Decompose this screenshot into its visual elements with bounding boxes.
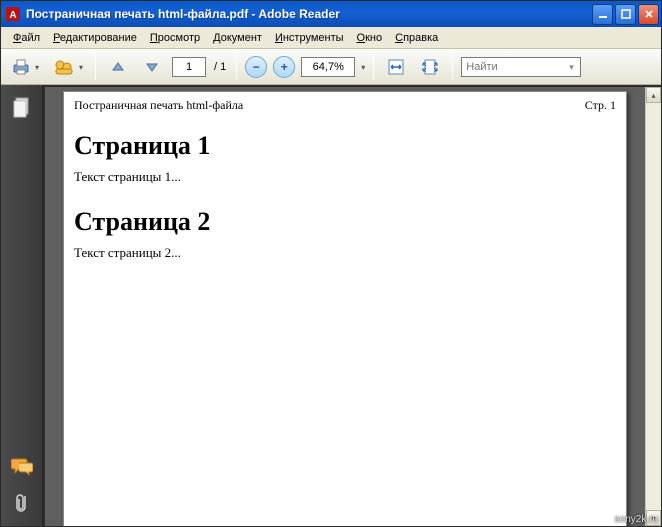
toolbar-separator [373, 54, 374, 80]
menu-window[interactable]: Окно [351, 30, 389, 46]
menu-view[interactable]: Просмотр [144, 30, 206, 46]
print-button[interactable]: ▾ [7, 54, 43, 80]
menu-document[interactable]: Документ [207, 30, 268, 46]
minimize-button[interactable] [592, 4, 613, 25]
document-area[interactable]: Постраничная печать html-файла Стр. 1 Ст… [43, 85, 661, 526]
page-number-input[interactable] [172, 57, 206, 77]
zoom-value-input[interactable] [301, 57, 355, 77]
doc-header-right: Стр. 1 [585, 98, 616, 113]
collaborate-button[interactable]: ▾ [49, 54, 87, 80]
chevron-down-icon: ▾ [79, 63, 83, 72]
thumbnails-panel-button[interactable] [8, 93, 36, 121]
attachments-panel-button[interactable] [8, 490, 36, 518]
menu-file[interactable]: Файл [7, 30, 46, 46]
watermark: sony2k.ru [615, 514, 658, 525]
svg-text:A: A [9, 10, 16, 21]
zoom-out-button[interactable]: − [245, 56, 267, 78]
toolbar: ▾ ▾ / 1 − + ▾ ▾ [1, 49, 661, 85]
close-button[interactable] [638, 4, 659, 25]
side-rail [1, 85, 43, 526]
maximize-button[interactable] [615, 4, 636, 25]
page-up-button[interactable] [104, 54, 132, 80]
titlebar: A Постраничная печать html-файла.pdf - A… [1, 1, 661, 27]
window-controls [592, 4, 659, 25]
scroll-up-button[interactable]: ▴ [646, 87, 661, 103]
workspace: Постраничная печать html-файла Стр. 1 Ст… [1, 85, 661, 526]
comments-panel-button[interactable] [8, 452, 36, 480]
menu-tools[interactable]: Инструменты [269, 30, 350, 46]
page-down-button[interactable] [138, 54, 166, 80]
section-heading: Страница 2 [74, 207, 616, 237]
section-body: Текст страницы 2... [74, 245, 616, 261]
window-title: Постраничная печать html-файла.pdf - Ado… [26, 7, 592, 21]
scroll-track[interactable] [646, 103, 661, 510]
menu-edit[interactable]: Редактирование [47, 30, 143, 46]
window: A Постраничная печать html-файла.pdf - A… [0, 0, 662, 527]
fit-width-button[interactable] [382, 54, 410, 80]
toolbar-separator [236, 54, 237, 80]
doc-header-left: Постраничная печать html-файла [74, 98, 243, 113]
section-body: Текст страницы 1... [74, 169, 616, 185]
toolbar-separator [95, 54, 96, 80]
toolbar-separator [452, 54, 453, 80]
chevron-down-icon[interactable]: ▾ [569, 62, 574, 73]
page-header: Постраничная печать html-файла Стр. 1 [74, 98, 616, 113]
find-input[interactable] [461, 57, 581, 77]
chevron-down-icon[interactable]: ▾ [361, 63, 365, 72]
app-icon: A [5, 6, 21, 22]
menubar: Файл Редактирование Просмотр Документ Ин… [1, 27, 661, 49]
section-heading: Страница 1 [74, 131, 616, 161]
menu-help[interactable]: Справка [389, 30, 444, 46]
chevron-down-icon: ▾ [35, 63, 39, 72]
vertical-scrollbar[interactable]: ▴ ▾ [645, 87, 661, 526]
page-total-label: / 1 [212, 61, 228, 73]
zoom-in-button[interactable]: + [273, 56, 295, 78]
fit-page-button[interactable] [416, 54, 444, 80]
pdf-page: Постраничная печать html-файла Стр. 1 Ст… [63, 91, 627, 526]
